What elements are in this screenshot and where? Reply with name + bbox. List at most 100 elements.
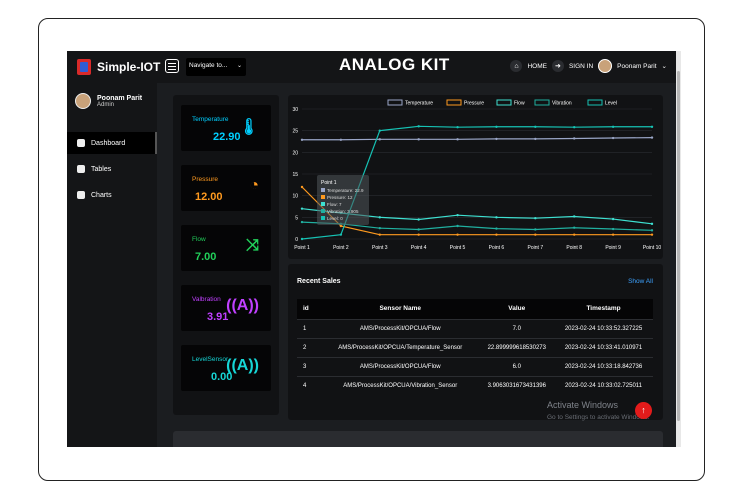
navigate-select-label: Navigate to... <box>189 62 228 69</box>
table-icon <box>77 165 85 173</box>
logo[interactable]: Simple-IOT <box>77 59 160 75</box>
signin-icon[interactable]: ➜ <box>551 60 564 72</box>
table-row[interactable]: 2 AMS/ProcessKit/OPCUA/Temperature_Senso… <box>297 337 653 357</box>
cell-sensor-name: AMS/ProcessKit/OPCUA/Vibration_Sensor <box>321 375 480 395</box>
vibration-icon: ((A)) <box>226 297 259 314</box>
tooltip-swatch <box>321 188 325 192</box>
table-row[interactable]: 1 AMS/ProcessKit/OPCUA/Flow 7.0 2023-02-… <box>297 318 653 338</box>
data-point <box>650 229 654 232</box>
data-point <box>456 213 459 217</box>
series-line-temperature <box>302 137 653 141</box>
x-tick-label: Point 10 <box>643 245 662 251</box>
data-point <box>417 125 420 128</box>
x-tick-label: Point 8 <box>566 245 582 251</box>
signal-icon: ((A)) <box>226 357 259 374</box>
table-row[interactable]: 3 AMS/ProcessKit/OPCUA/Flow 6.0 2023-02-… <box>297 356 653 376</box>
tooltip-swatch <box>321 195 325 199</box>
menu-toggle-button[interactable] <box>165 59 179 73</box>
card-value: 22.90 <box>213 131 241 143</box>
column-header-id[interactable]: id <box>297 299 321 319</box>
sidebar-item-label: Dashboard <box>91 139 126 147</box>
data-point <box>611 125 615 128</box>
table-row[interactable]: 4 AMS/ProcessKit/OPCUA/Vibration_Sensor … <box>297 375 653 395</box>
cell-id: 4 <box>297 375 321 395</box>
cell-value: 7.0 <box>479 318 555 338</box>
tooltip-line: Level: 0 <box>327 216 343 221</box>
sidebar-item-label: Tables <box>91 165 112 173</box>
data-point <box>456 138 459 141</box>
y-tick-label: 10 <box>292 194 298 200</box>
level-sensor-card: LevelSensor 0.00 ((A)) <box>181 345 271 391</box>
sidebar-item-dashboard[interactable]: Dashboard <box>67 132 157 154</box>
card-label: LevelSensor <box>192 356 229 363</box>
sidebar-item-tables[interactable]: Tables <box>67 158 157 180</box>
chevron-down-icon[interactable]: ⌄ <box>662 62 667 70</box>
column-header-timestamp[interactable]: Timestamp <box>554 299 653 319</box>
data-point <box>417 218 420 221</box>
top-right-nav: ⌂ HOME ➜ SIGN IN Poonam Parit ⌄ <box>510 59 667 73</box>
data-point <box>456 126 459 129</box>
data-point <box>417 138 420 141</box>
cell-timestamp: 2023-02-24 10:33:52.327225 <box>554 318 653 338</box>
card-value: 12.00 <box>195 191 223 203</box>
data-point <box>378 226 381 230</box>
sidebar: Poonam Parit Admin Dashboard Tables Char… <box>67 83 157 447</box>
sidebar-item-label: Charts <box>91 191 112 199</box>
data-point <box>300 138 304 141</box>
data-point <box>495 233 498 236</box>
data-point <box>611 227 615 231</box>
scroll-to-top-button[interactable]: ↑ <box>635 402 652 419</box>
data-point <box>378 233 381 236</box>
data-point <box>417 228 420 231</box>
column-header-sensor-name[interactable]: Sensor Name <box>321 299 480 319</box>
data-point <box>300 185 304 189</box>
legend-swatch <box>534 99 550 106</box>
data-point <box>456 233 459 236</box>
cell-value: 22.899999618530273 <box>479 337 555 357</box>
cell-value: 6.0 <box>479 356 555 376</box>
hamburger-icon <box>168 65 176 67</box>
sidebar-item-charts[interactable]: Charts <box>67 184 157 206</box>
tooltip-line: Vibration: 3.905 <box>327 209 359 214</box>
legend-label: Level <box>605 101 617 107</box>
gauge-icon: ◔ <box>249 177 259 194</box>
home-link[interactable]: HOME <box>527 63 547 70</box>
signin-link[interactable]: SIGN IN <box>569 63 593 70</box>
legend-swatch <box>387 99 403 106</box>
recent-sales-panel: Recent Sales Show All id Sensor Name Val… <box>288 264 663 420</box>
data-point <box>300 207 304 210</box>
cell-sensor-name: AMS/ProcessKit/OPCUA/Flow <box>321 318 480 338</box>
x-tick-label: Point 2 <box>333 245 349 251</box>
column-header-value[interactable]: Value <box>479 299 555 319</box>
chart-icon <box>77 191 85 199</box>
profile-role: Admin <box>97 101 115 108</box>
data-point <box>534 228 537 231</box>
topbar: Simple-IOT Navigate to... ⌄ ANALOG KIT ⌂… <box>67 51 677 83</box>
temperature-card: Temperature 22.90 🌡 <box>181 105 271 151</box>
x-tick-label: Point 4 <box>411 245 427 251</box>
data-point <box>534 125 537 128</box>
data-point <box>300 220 304 224</box>
home-icon[interactable]: ⌂ <box>510 60 523 72</box>
tooltip-line: Pressure: 12 <box>327 195 353 200</box>
scrollbar-thumb[interactable] <box>677 71 680 421</box>
activate-windows-watermark: Activate Windows <box>547 400 619 410</box>
y-tick-label: 20 <box>292 150 298 156</box>
data-point <box>495 227 498 230</box>
data-point <box>650 233 654 236</box>
data-point <box>417 233 420 236</box>
tooltip-title: Point 1 <box>321 180 337 186</box>
show-all-link[interactable]: Show All <box>628 278 653 285</box>
thermometer-icon: 🌡 <box>238 119 259 136</box>
data-point <box>300 237 304 241</box>
user-menu[interactable]: Poonam Parit <box>617 63 656 70</box>
navigate-select[interactable]: Navigate to... ⌄ <box>186 58 246 76</box>
data-point <box>650 125 654 128</box>
sensor-line-chart[interactable]: 0 5 10 15 20 25 30 Point 1 Point 2 Point 3 Point 4… <box>288 95 663 259</box>
page-scrollbar[interactable] <box>676 51 681 447</box>
cell-timestamp: 2023-02-24 10:33:18.842736 <box>554 356 653 376</box>
user-avatar[interactable] <box>598 59 613 73</box>
data-point <box>534 137 537 141</box>
y-tick-label: 15 <box>292 172 298 178</box>
card-value: 7.00 <box>195 251 217 263</box>
